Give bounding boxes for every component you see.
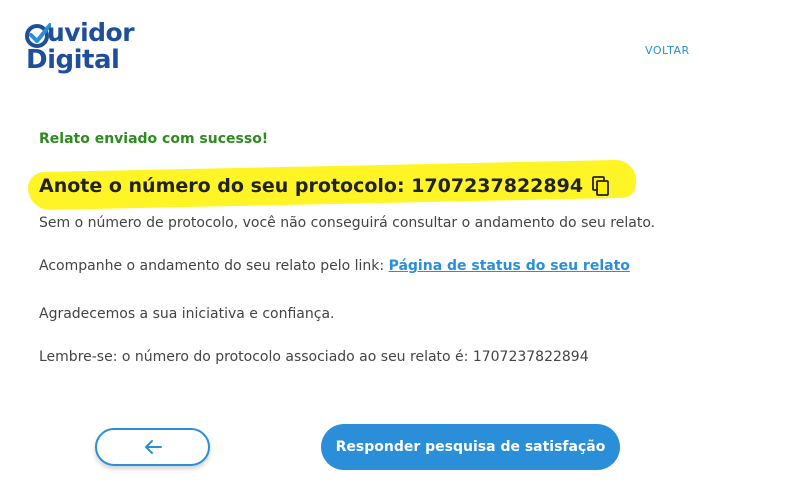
follow-paragraph: Acompanhe o andamento do seu relato pelo… xyxy=(39,258,630,274)
satisfaction-survey-button[interactable]: Responder pesquisa de satisfação xyxy=(321,424,620,470)
thanks-message: Agradecemos a sua iniciativa e confiança… xyxy=(39,306,335,322)
arrow-left-icon xyxy=(144,440,162,454)
status-page-link[interactable]: Página de status do seu relato xyxy=(389,258,630,274)
ouvidor-digital-logo: uvidor Digital xyxy=(25,18,143,78)
protocol-warning: Sem o número de protocolo, você não cons… xyxy=(39,215,656,231)
logo-text-ouvidor: uvidor xyxy=(47,18,135,47)
copy-icon[interactable] xyxy=(591,176,611,196)
protocol-reminder: Lembre-se: o número do protocolo associa… xyxy=(39,349,589,365)
protocol-heading: Anote o número do seu protocolo: 1707237… xyxy=(39,175,611,197)
protocol-number: 1707237822894 xyxy=(411,175,584,197)
logo-text-digital: Digital xyxy=(26,45,120,75)
back-link[interactable]: VOLTAR xyxy=(645,44,690,57)
protocol-prefix: Anote o número do seu protocolo: xyxy=(39,175,405,197)
follow-text: Acompanhe o andamento do seu relato pelo… xyxy=(39,258,389,274)
success-message: Relato enviado com sucesso! xyxy=(39,131,269,147)
back-button[interactable] xyxy=(95,428,210,466)
page: uvidor Digital VOLTAR Relato enviado com… xyxy=(0,0,797,495)
